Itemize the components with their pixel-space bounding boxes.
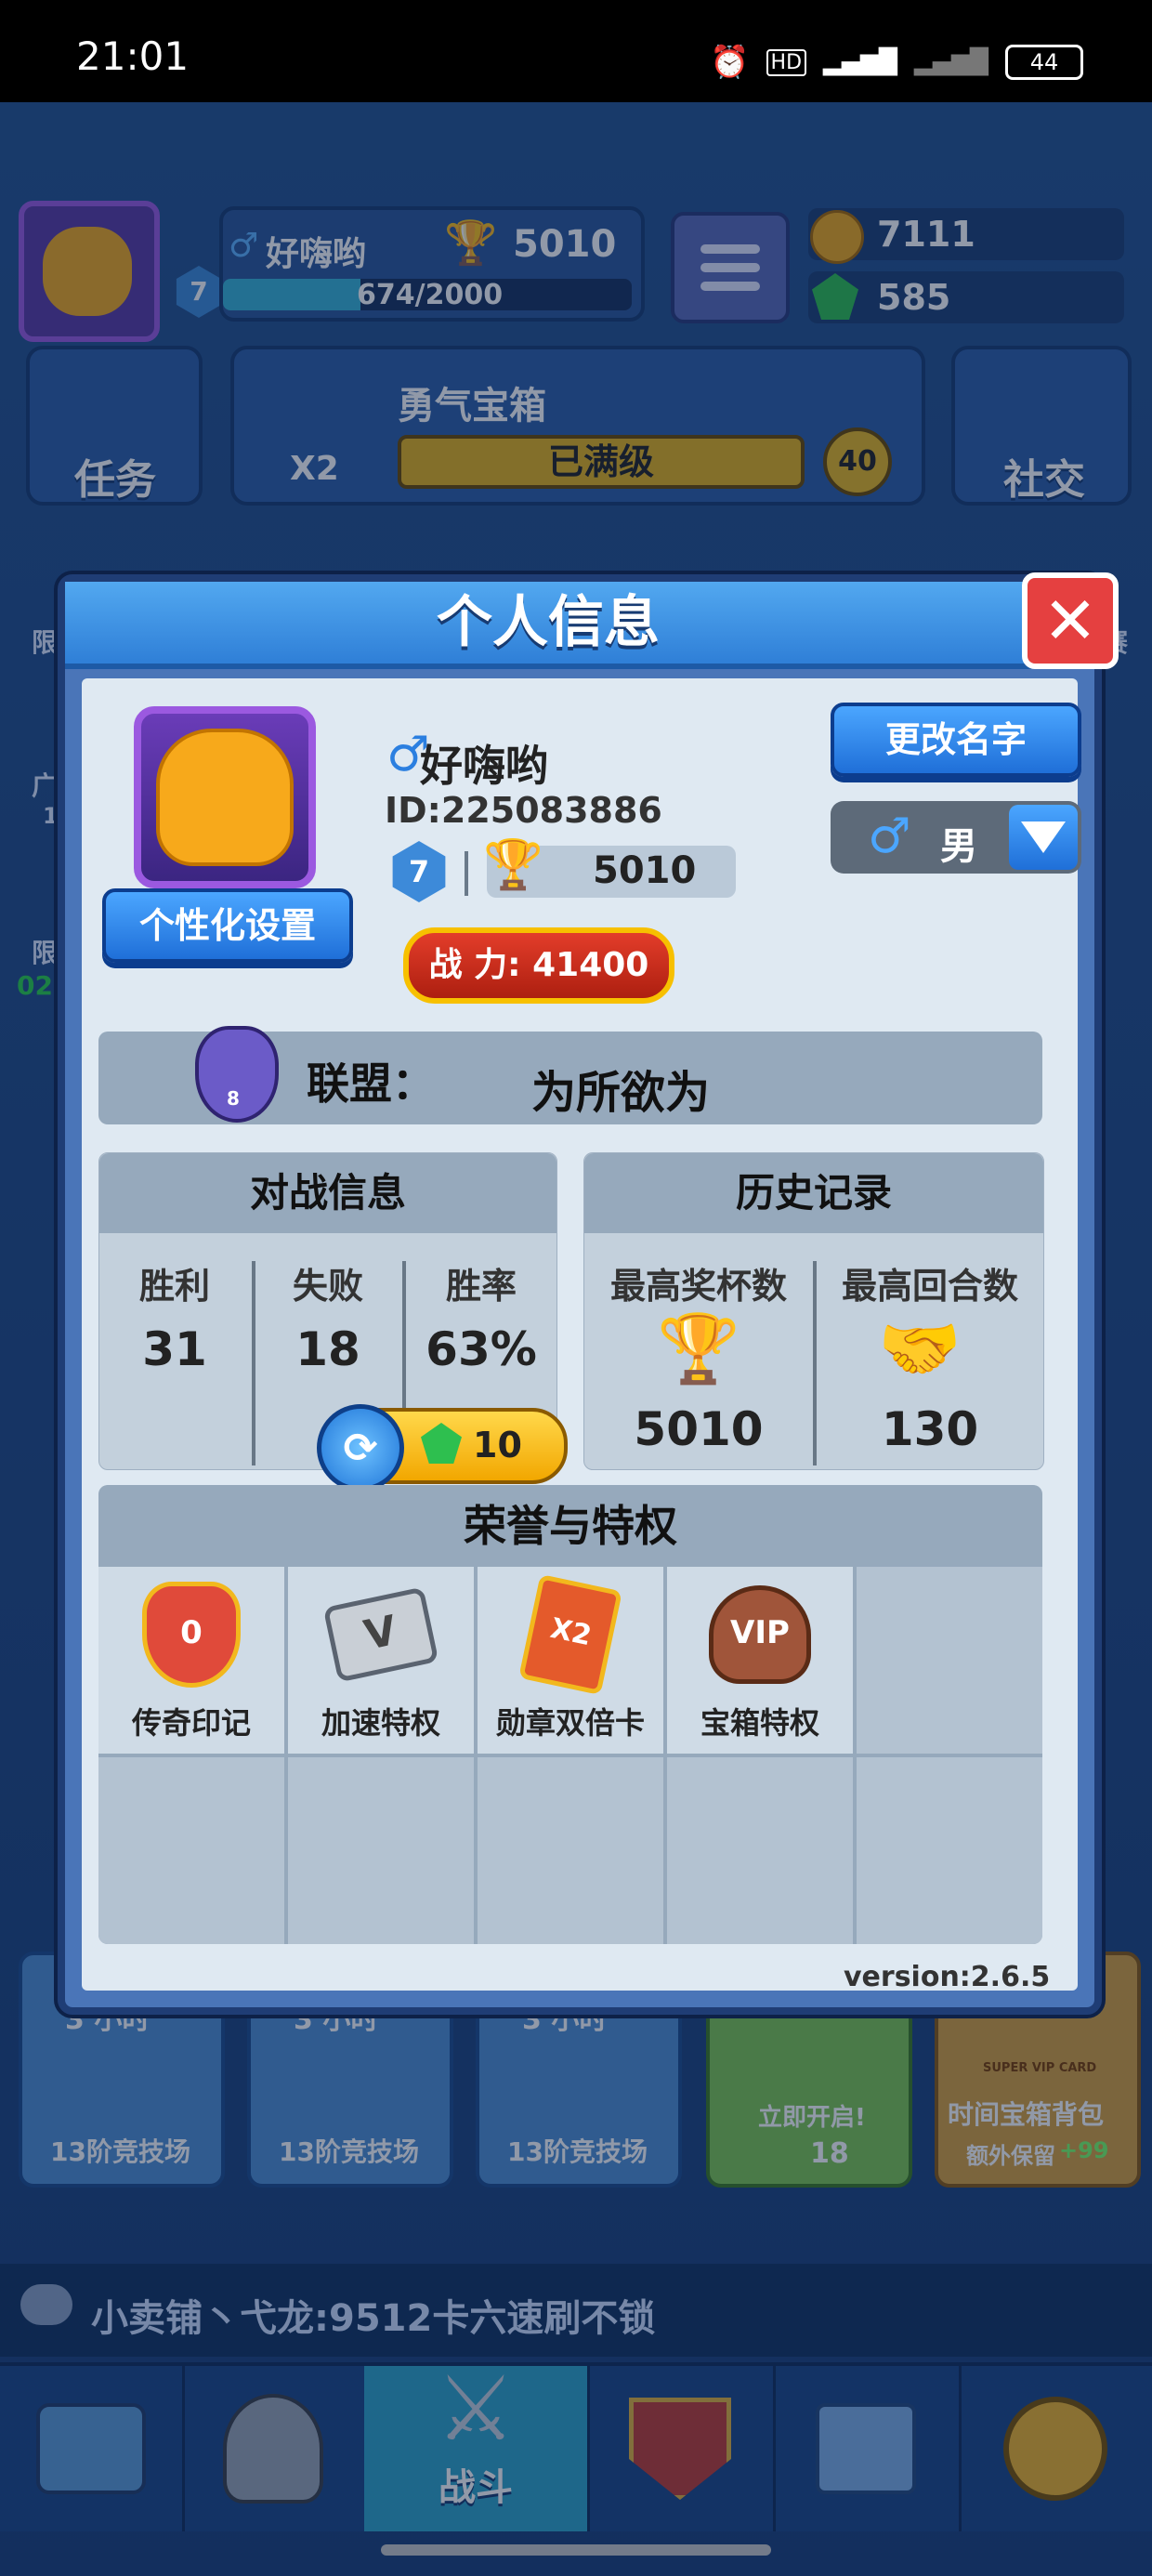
max-trophies-label: 最高奖杯数 (609, 1266, 787, 1307)
max-rounds-label: 最高回合数 (841, 1266, 1018, 1307)
version-text: version:2.6.5 (844, 1961, 1051, 1993)
player-name: 好嗨哟 (420, 741, 548, 791)
alliance-label: 联盟： (307, 1058, 435, 1109)
legend-emblem-badge: 0 (142, 1582, 241, 1688)
close-button[interactable]: ✕ (1022, 572, 1119, 669)
male-icon: ♂ (868, 808, 911, 864)
level-badge: 7 (392, 841, 446, 902)
refresh-icon: ⟳ (317, 1404, 404, 1492)
reset-cost: 10 (473, 1425, 522, 1465)
trophy-icon: 🏆 (657, 1309, 740, 1387)
rename-button[interactable]: 更改名字 (831, 703, 1081, 777)
trophy-count: 5010 (593, 849, 697, 892)
status-bar: 21:01 ⏰ HD ▂▄▆█ ▂▄▆█ 44 (0, 0, 1152, 102)
honor-slot-empty (288, 1757, 474, 1944)
legend-emblem-icon: 0 (140, 1582, 242, 1688)
speed-card-icon: V (322, 1584, 439, 1686)
player-id: ID:225083886 (385, 790, 662, 831)
alarm-icon: ⏰ (710, 44, 750, 81)
losses-value: 18 (295, 1322, 360, 1376)
history-panel: 历史记录 最高奖杯数 🏆 5010 最高回合数 🤝 130 (583, 1152, 1044, 1470)
modal-title: 个人信息 (437, 590, 660, 655)
battle-panel-title: 对战信息 (99, 1153, 556, 1233)
signal-icon: ▂▄▆█ (914, 48, 988, 76)
honor-label: 宝箱特权 (700, 1705, 819, 1741)
modal-body: 个性化设置 ♂ 好嗨哟 ID:225083886 7 🏆 5010 战 力: 4… (82, 678, 1081, 1993)
alliance-name: 为所欲为 (531, 1067, 711, 1119)
personalize-button[interactable]: 个性化设置 (102, 888, 353, 963)
battle-panel: 对战信息 胜利 31 失败 18 胜率 63% ⟳ 10 (98, 1152, 568, 1492)
honor-label: 传奇印记 (131, 1705, 251, 1741)
honor-slot-empty (857, 1757, 1042, 1944)
honor-panel: 荣誉与特权 0 传奇印记 V 加速特权 X2 勋章双倍卡 VIP 宝箱特权 (98, 1485, 1042, 1944)
speed-card-badge: V (322, 1586, 439, 1683)
wins-value: 31 (142, 1322, 207, 1376)
trophy-pill: 🏆 5010 (483, 837, 736, 898)
alliance-badge-level: 8 (227, 1087, 240, 1110)
winrate-label: 胜率 (445, 1266, 517, 1307)
honor-item-speed[interactable]: V 加速特权 (288, 1567, 474, 1754)
battery-icon: 44 (1005, 45, 1083, 80)
status-time: 21:01 (76, 33, 190, 79)
status-icons: ⏰ HD ▂▄▆█ ▂▄▆█ 44 (710, 44, 1083, 81)
honor-slot-empty (667, 1757, 853, 1944)
max-trophies-value: 5010 (634, 1402, 764, 1456)
profile-avatar[interactable] (134, 706, 316, 888)
vip-chest-icon: VIP (709, 1584, 811, 1686)
losses-label: 失败 (292, 1266, 363, 1307)
avatar-character (156, 729, 294, 866)
honor-item-double-medal[interactable]: X2 勋章双倍卡 (478, 1567, 663, 1754)
reset-stats-button[interactable]: ⟳ 10 (317, 1404, 568, 1492)
gem-icon (421, 1423, 462, 1464)
honor-slot-empty (857, 1567, 1042, 1754)
honor-slot-empty (478, 1757, 663, 1944)
double-medal-card-icon: X2 (518, 1573, 622, 1696)
close-icon: ✕ (1042, 583, 1098, 659)
vip-chest-badge: VIP (709, 1585, 811, 1684)
honor-item-vip-chest[interactable]: VIP 宝箱特权 (667, 1567, 853, 1754)
handshake-icon: 🤝 (878, 1309, 962, 1387)
honor-label: 勋章双倍卡 (495, 1705, 645, 1741)
honor-grid: 0 传奇印记 V 加速特权 X2 勋章双倍卡 VIP 宝箱特权 (98, 1567, 1042, 1944)
gender-select[interactable]: ♂ 男 (831, 801, 1081, 874)
alliance-bar[interactable]: 8 联盟： 为所欲为 (98, 1026, 1042, 1124)
honor-item-legend[interactable]: 0 传奇印记 (98, 1567, 284, 1754)
honor-title: 荣誉与特权 (98, 1485, 1042, 1567)
chevron-down-icon[interactable] (1009, 805, 1078, 870)
power-banner: 战 力: 41400 (403, 927, 674, 1004)
gender-value: 男 (940, 825, 977, 868)
honor-slot-empty (98, 1757, 284, 1944)
wins-label: 胜利 (138, 1266, 210, 1307)
history-panel-title: 历史记录 (584, 1153, 1043, 1233)
profile-modal: 个人信息 ✕ 个性化设置 ♂ 好嗨哟 ID:225083886 7 🏆 5010… (58, 572, 1119, 2015)
max-rounds-value: 130 (881, 1402, 979, 1456)
honor-label: 加速特权 (321, 1705, 440, 1741)
signal-5g-icon: ▂▄▆█ (823, 48, 898, 76)
hd-icon: HD (766, 48, 807, 76)
divider-line (465, 851, 468, 896)
winrate-value: 63% (425, 1322, 537, 1376)
trophy-icon: 🏆 (483, 837, 543, 893)
double-medal-badge: X2 (518, 1573, 622, 1696)
